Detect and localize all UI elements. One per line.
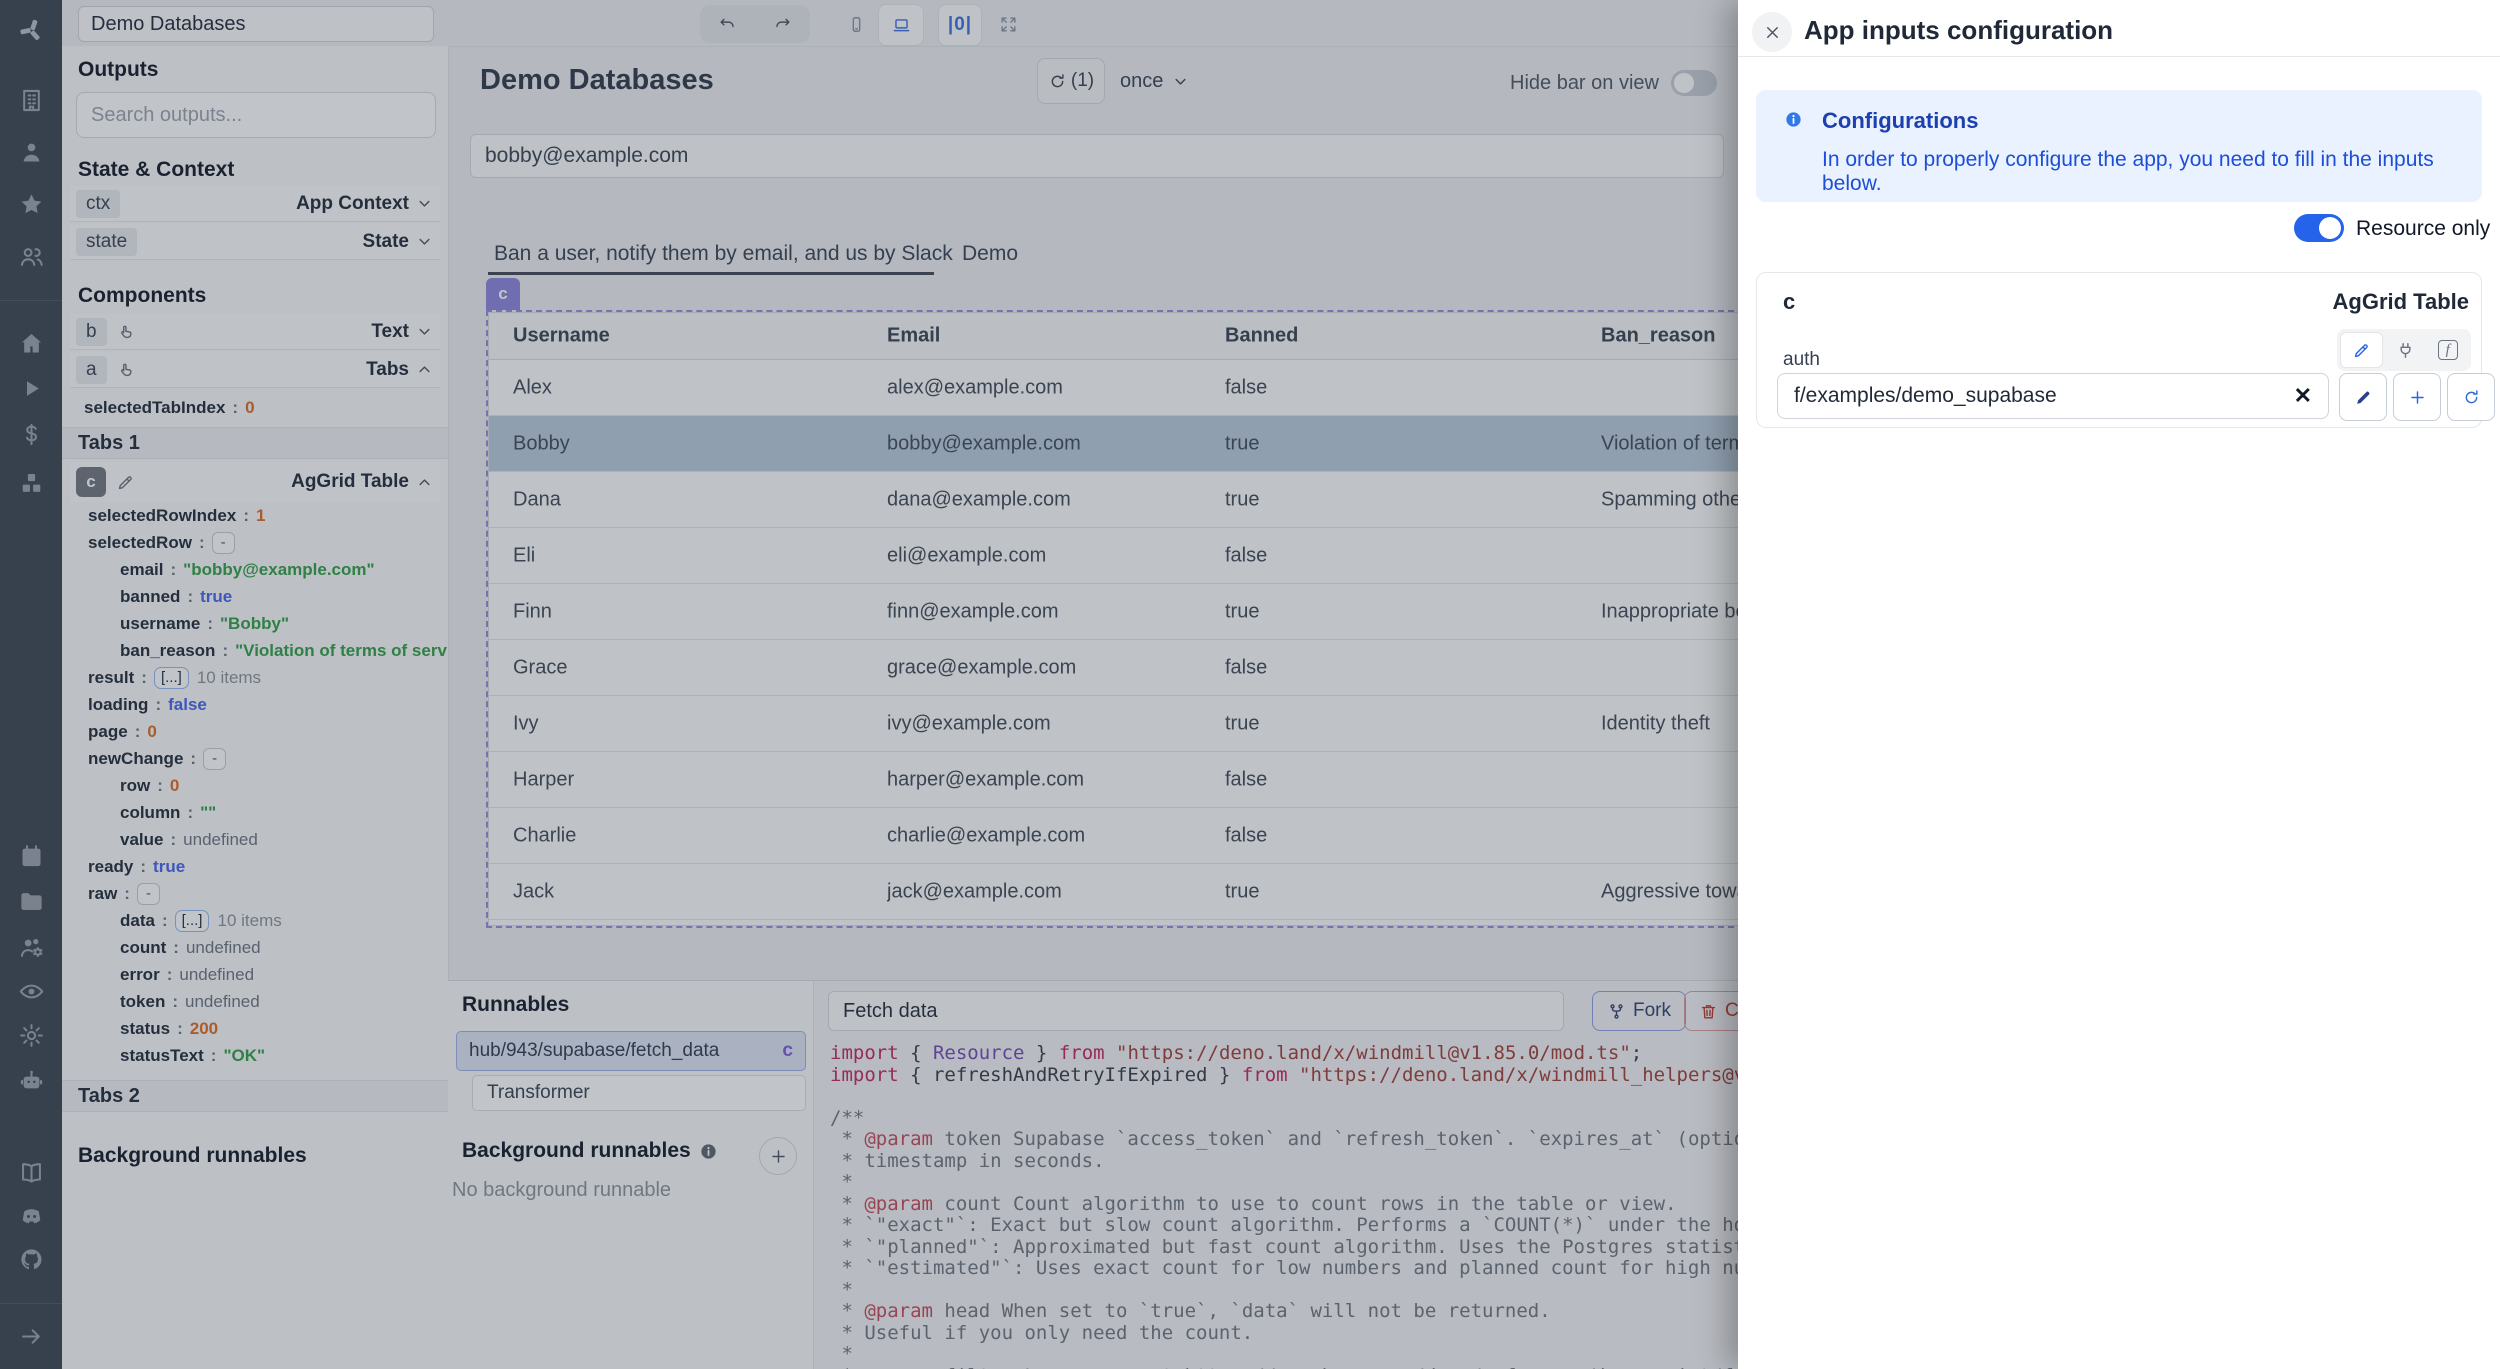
app-inputs-drawer: App inputs configuration Configurations … [1738, 0, 2500, 1369]
refresh-resource-button[interactable] [2447, 373, 2495, 421]
close-drawer-button[interactable] [1752, 12, 1792, 52]
connect-mode-button[interactable] [2385, 332, 2426, 368]
resource-path: f/examples/demo_supabase [1794, 384, 2057, 408]
plus-icon [2408, 388, 2427, 407]
clear-value-icon[interactable]: ✕ [2294, 383, 2312, 409]
close-icon [1763, 23, 1782, 42]
drawer-divider [1738, 56, 2500, 57]
auth-resource-input[interactable]: f/examples/demo_supabase ✕ [1777, 373, 2329, 419]
info-title: Configurations [1822, 108, 1978, 134]
drawer-backdrop[interactable] [0, 0, 1738, 1369]
refresh-icon [2462, 388, 2481, 407]
static-mode-button[interactable] [2340, 332, 2383, 368]
pencil-icon [2352, 341, 2371, 360]
resource-only-toggle[interactable] [2294, 214, 2344, 242]
configurations-info-box: Configurations In order to properly conf… [1756, 90, 2482, 202]
function-icon: f [2438, 340, 2458, 360]
windmill-app-editor: Demo Databases |0| Outputs Search output… [0, 0, 2500, 1369]
drawer-title: App inputs configuration [1804, 15, 2113, 46]
pencil-icon [2354, 388, 2373, 407]
input-mode-segmented-control: f [2337, 329, 2471, 371]
add-resource-button[interactable] [2393, 373, 2441, 421]
info-body: In order to properly configure the app, … [1822, 148, 2482, 196]
component-input-card: c AgGrid Table auth f f/examples/demo_su… [1756, 272, 2482, 428]
info-icon [1784, 110, 1803, 129]
plug-icon [2396, 341, 2415, 360]
card-component-type: AgGrid Table [2333, 289, 2470, 315]
edit-resource-button[interactable] [2339, 373, 2387, 421]
card-component-id: c [1783, 289, 1795, 315]
eval-mode-button[interactable]: f [2427, 332, 2468, 368]
field-label-auth: auth [1783, 349, 1820, 371]
resource-only-label: Resource only [2356, 217, 2490, 241]
